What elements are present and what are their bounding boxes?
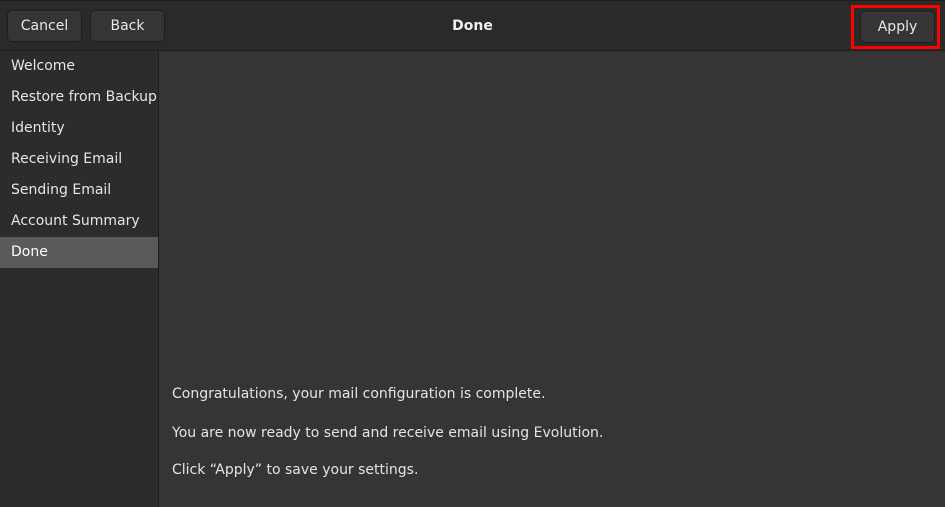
apply-instruction-message: Click “Apply” to save your settings. — [172, 462, 419, 478]
sidebar-item-restore-from-backup[interactable]: Restore from Backup — [0, 82, 158, 113]
sidebar-item-receiving-email[interactable]: Receiving Email — [0, 144, 158, 175]
ready-message: You are now ready to send and receive em… — [172, 425, 604, 441]
apply-button[interactable]: Apply — [860, 11, 935, 43]
header-bar: Cancel Back Done Apply — [0, 1, 945, 51]
sidebar: Welcome Restore from Backup Identity Rec… — [0, 51, 159, 507]
assistant-window: Cancel Back Done Apply Welcome Restore f… — [0, 0, 945, 507]
content-pane: Congratulations, your mail configuration… — [159, 51, 945, 507]
sidebar-item-account-summary[interactable]: Account Summary — [0, 206, 158, 237]
sidebar-item-identity[interactable]: Identity — [0, 113, 158, 144]
cancel-button[interactable]: Cancel — [7, 10, 82, 42]
completion-message: Congratulations, your mail configuration… — [172, 386, 546, 402]
sidebar-item-sending-email[interactable]: Sending Email — [0, 175, 158, 206]
sidebar-item-done[interactable]: Done — [0, 237, 158, 268]
sidebar-item-welcome[interactable]: Welcome — [0, 51, 158, 82]
back-button[interactable]: Back — [90, 10, 165, 42]
